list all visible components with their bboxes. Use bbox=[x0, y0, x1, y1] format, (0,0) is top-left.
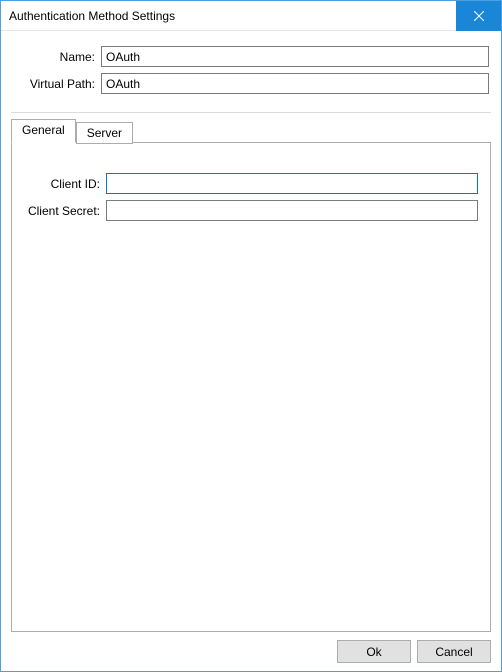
top-fields: Name: Virtual Path: bbox=[11, 41, 491, 110]
close-button[interactable] bbox=[456, 1, 501, 31]
virtual-path-label: Virtual Path: bbox=[13, 77, 101, 91]
client-id-input[interactable] bbox=[106, 173, 478, 194]
cancel-button[interactable]: Cancel bbox=[417, 640, 491, 663]
dialog-content: Name: Virtual Path: General Server Clien… bbox=[1, 31, 501, 671]
titlebar: Authentication Method Settings bbox=[1, 1, 501, 31]
tabstrip: General Server bbox=[11, 119, 491, 143]
dialog-footer: Ok Cancel bbox=[11, 632, 491, 665]
client-secret-label: Client Secret: bbox=[24, 204, 106, 218]
client-secret-input[interactable] bbox=[106, 200, 478, 221]
name-row: Name: bbox=[13, 46, 489, 67]
separator bbox=[11, 112, 491, 113]
close-icon bbox=[474, 11, 484, 21]
tabpage-general: Client ID: Client Secret: bbox=[11, 143, 491, 632]
client-id-row: Client ID: bbox=[24, 173, 478, 194]
name-input[interactable] bbox=[101, 46, 489, 67]
client-secret-row: Client Secret: bbox=[24, 200, 478, 221]
window-title: Authentication Method Settings bbox=[9, 9, 175, 23]
name-label: Name: bbox=[13, 50, 101, 64]
virtual-path-input[interactable] bbox=[101, 73, 489, 94]
tab-server[interactable]: Server bbox=[76, 122, 133, 144]
tab-general[interactable]: General bbox=[11, 119, 76, 143]
client-id-label: Client ID: bbox=[24, 177, 106, 191]
virtual-path-row: Virtual Path: bbox=[13, 73, 489, 94]
ok-button[interactable]: Ok bbox=[337, 640, 411, 663]
